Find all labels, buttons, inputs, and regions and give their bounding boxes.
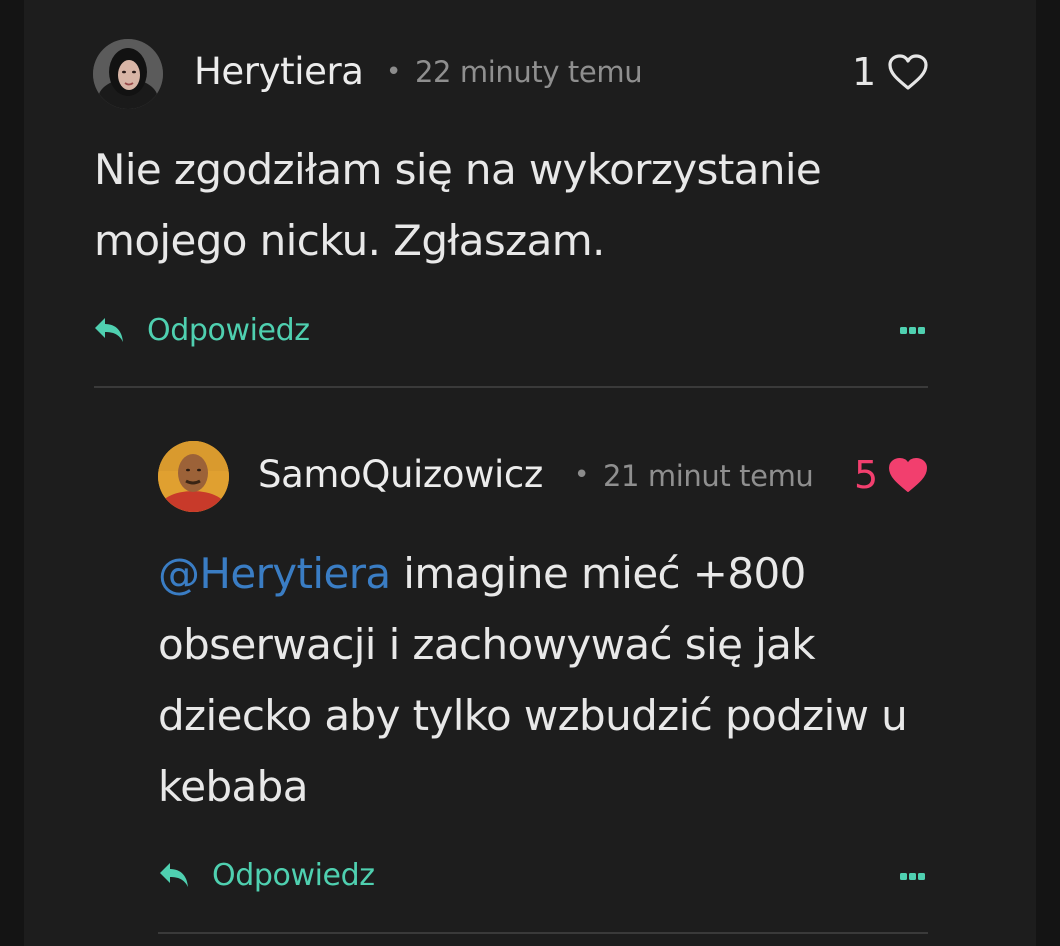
reply-label: Odpowiedz xyxy=(147,313,310,348)
comment-body-line: mojego nicku. Zgłaszam. xyxy=(94,216,605,265)
comment-body-line: @Herytiera imagine mieć +800 xyxy=(158,538,907,609)
reply-arrow-icon xyxy=(160,863,188,887)
more-options-button[interactable] xyxy=(900,873,925,880)
more-dots-icon xyxy=(909,327,916,334)
comment-body-line: obserwacji i zachowywać się jak xyxy=(158,620,816,669)
comment-author[interactable]: SamoQuizowicz xyxy=(258,453,543,497)
user-mention-link[interactable]: @Herytiera xyxy=(158,549,391,598)
reply-button[interactable]: Odpowiedz xyxy=(93,313,310,349)
like-count: 1 xyxy=(852,50,877,94)
meta-separator: • xyxy=(574,460,590,490)
comment-timestamp: 22 minuty temu xyxy=(415,55,643,89)
comment-body-line: Nie zgodziłam się na wykorzystanie xyxy=(94,145,822,194)
reply-label: Odpowiedz xyxy=(212,858,375,893)
avatar-samoquizowicz[interactable] xyxy=(158,441,229,512)
more-dots-icon xyxy=(900,873,907,880)
more-dots-icon xyxy=(900,327,907,334)
comment-body: Nie zgodziłam się na wykorzystanie mojeg… xyxy=(94,134,822,276)
reply-button[interactable]: Odpowiedz xyxy=(158,858,375,894)
comment-body-line: kebaba xyxy=(158,762,308,811)
comments-page: Herytiera • 22 minuty temu 1 Nie zgodził… xyxy=(0,0,1060,946)
heart-outline-icon[interactable] xyxy=(887,53,929,91)
comment-body: @Herytiera imagine mieć +800 obserwacji … xyxy=(158,538,908,822)
meta-separator: • xyxy=(386,57,402,87)
comment-timestamp: 21 minut temu xyxy=(603,459,814,493)
more-options-button[interactable] xyxy=(900,327,925,334)
comment-author[interactable]: Herytiera xyxy=(194,50,364,94)
heart-filled-icon[interactable] xyxy=(887,456,929,494)
like-count: 5 xyxy=(854,453,879,497)
reply-arrow-icon xyxy=(95,318,123,342)
avatar-herytiera[interactable] xyxy=(93,39,163,109)
comment-body-text: imagine mieć +800 xyxy=(390,549,806,598)
more-dots-icon xyxy=(909,873,916,880)
comment-body-line: dziecko aby tylko wzbudzić podziw u xyxy=(158,691,908,740)
more-dots-icon xyxy=(918,873,925,880)
comment-divider xyxy=(158,932,928,934)
more-dots-icon xyxy=(918,327,925,334)
comment-divider xyxy=(94,386,928,388)
